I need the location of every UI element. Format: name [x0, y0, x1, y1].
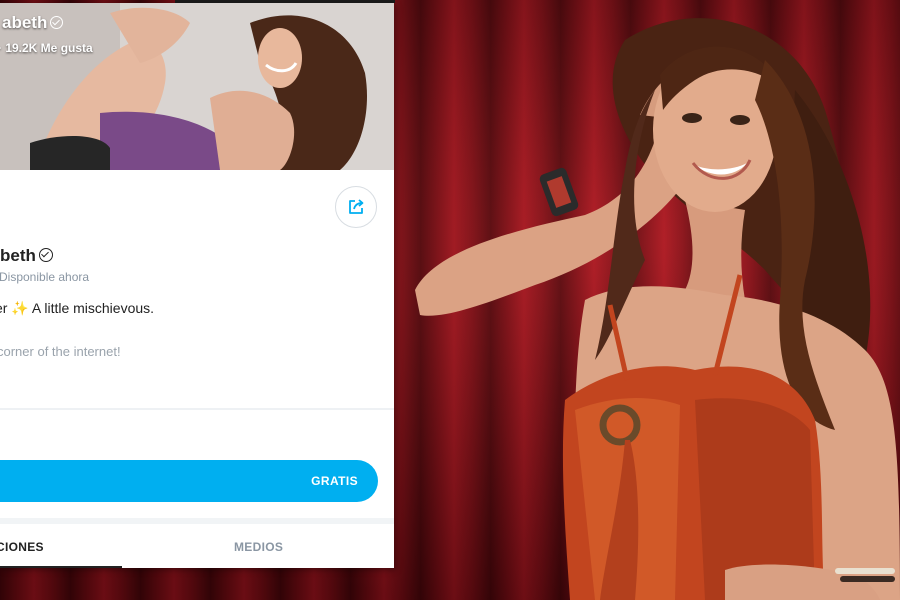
cover-photo: abeth · 19.2K Me gusta	[0, 3, 394, 170]
divider	[0, 408, 394, 410]
cover-name: abeth	[2, 13, 64, 33]
tab-posts[interactable]: CIONES	[0, 540, 44, 554]
tab-media[interactable]: MEDIOS	[234, 540, 283, 554]
verified-icon	[50, 16, 64, 29]
profile-card: abeth · 19.2K Me gusta beth Disponible a…	[0, 3, 394, 568]
subscribe-price-label: GRATIS	[311, 474, 358, 488]
bio-line-1: er ✨ A little mischievous.	[0, 300, 155, 316]
share-icon	[349, 199, 364, 214]
profile-tabs: CIONES MEDIOS	[0, 524, 394, 568]
bio-fade	[0, 361, 394, 409]
share-button[interactable]	[335, 186, 377, 228]
availability-status: Disponible ahora	[0, 270, 90, 284]
cover-stats: · 19.2K Me gusta	[0, 41, 93, 55]
woman-photo	[415, 18, 900, 600]
bio-line-2: corner of the internet!	[0, 344, 121, 359]
bracelet	[539, 167, 579, 217]
subscribe-button[interactable]: GRATIS	[0, 460, 378, 502]
profile-name: beth	[0, 246, 53, 266]
active-tab-indicator	[0, 566, 122, 568]
verified-icon	[38, 248, 53, 262]
